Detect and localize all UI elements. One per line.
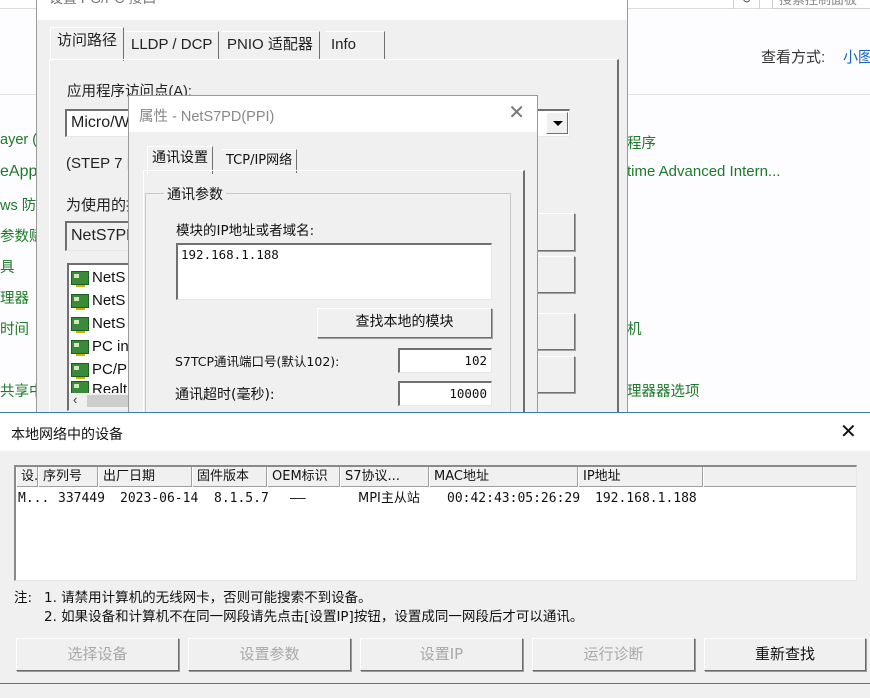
devices-table[interactable]: 设. 序列号 出厂日期 固件版本 OEM标识 S7协议... MAC地址 IP地… bbox=[14, 465, 857, 581]
list-item[interactable]: PC/P bbox=[71, 358, 127, 381]
select-button[interactable] bbox=[537, 356, 575, 393]
run-diagnostics-button[interactable]: 运行诊断 bbox=[532, 638, 695, 671]
properties-button[interactable] bbox=[537, 213, 575, 251]
refresh-icon[interactable]: ↻ bbox=[733, 0, 760, 9]
close-icon[interactable]: ✕ bbox=[840, 419, 857, 444]
timeout-input[interactable]: 10000 bbox=[398, 381, 492, 406]
list-item-label: NetS bbox=[92, 315, 126, 332]
cp-link[interactable]: 机 bbox=[627, 318, 642, 339]
search-input[interactable]: 搜索控制面板 bbox=[772, 0, 870, 9]
column-header bbox=[703, 467, 856, 487]
port-label: S7TCP通讯端口号(默认102): bbox=[175, 354, 340, 369]
cell-serial: 337449 bbox=[58, 491, 105, 506]
view-by-dropdown[interactable]: 小图 bbox=[843, 46, 870, 67]
title-bar[interactable]: 设置 PG/PC 接口 ✕ bbox=[37, 0, 627, 20]
cell-ip: 192.168.1.188 bbox=[595, 491, 697, 506]
column-header[interactable]: OEM标识 bbox=[267, 467, 340, 487]
column-header[interactable]: 固件版本 bbox=[192, 467, 267, 487]
cell-oem: —— bbox=[290, 491, 306, 506]
list-item-label: PC in bbox=[92, 338, 129, 355]
column-header[interactable]: 设. bbox=[16, 467, 38, 487]
select-device-button[interactable]: 选择设备 bbox=[16, 638, 179, 671]
cell-protocol: MPI主从站 bbox=[358, 491, 420, 506]
cp-link[interactable]: 具 bbox=[0, 256, 15, 277]
window-border bbox=[0, 683, 870, 684]
cp-link[interactable]: eApp bbox=[0, 163, 37, 181]
cell-firmware: 8.1.5.7 bbox=[214, 491, 269, 506]
tab-info[interactable]: Info bbox=[325, 31, 385, 59]
close-icon[interactable]: ✕ bbox=[508, 100, 525, 125]
cp-link[interactable]: 理器器选项 bbox=[627, 380, 700, 401]
copy-button[interactable] bbox=[537, 256, 575, 293]
list-item-label: NetS bbox=[92, 269, 126, 286]
tab-pnio-adapter[interactable]: PNIO 适配器 bbox=[221, 31, 320, 59]
note-prefix: 注: bbox=[14, 590, 33, 606]
set-ip-button[interactable]: 设置IP bbox=[360, 638, 523, 671]
title-bar[interactable]: 本地网络中的设备 ✕ bbox=[0, 413, 870, 451]
list-item-label: PC/P bbox=[92, 361, 128, 378]
list-item[interactable]: Realt bbox=[71, 381, 127, 393]
note-line-1: 1. 请禁用计算机的无线网卡，否则可能搜索不到设备。 bbox=[44, 590, 372, 606]
tab-lldp-dcp[interactable]: LLDP / DCP bbox=[125, 31, 220, 59]
timeout-value: 10000 bbox=[449, 386, 487, 401]
tab-access-path[interactable]: 访问路径 bbox=[50, 27, 125, 61]
note-line-2: 2. 如果设备和计算机不在同一网段请先点击[设置IP]按钮，设置成同一网段后才可… bbox=[44, 609, 584, 625]
access-point-value: Micro/W bbox=[71, 114, 130, 131]
list-item[interactable]: NetS bbox=[71, 289, 125, 312]
view-by-label: 查看方式: bbox=[761, 49, 826, 66]
dialog-title: 设置 PG/PC 接口 bbox=[49, 0, 156, 8]
ip-value: 192.168.1.188 bbox=[181, 247, 279, 262]
network-card-icon bbox=[71, 316, 89, 333]
cp-link[interactable]: 程序 bbox=[627, 132, 656, 153]
table-header: 设. 序列号 出厂日期 固件版本 OEM标识 S7协议... MAC地址 IP地… bbox=[16, 467, 856, 487]
cell-mac: 00:42:43:05:26:29 bbox=[447, 491, 581, 506]
list-item-label: NetS bbox=[92, 292, 126, 309]
network-card-icon bbox=[71, 339, 89, 356]
network-card-icon bbox=[71, 362, 89, 379]
network-card-icon bbox=[71, 293, 89, 310]
scroll-left-icon[interactable]: ‹ bbox=[73, 392, 77, 407]
network-card-icon bbox=[71, 270, 89, 287]
title-bar[interactable]: 属性 - NetS7PD(PPI) ✕ bbox=[129, 96, 537, 132]
ip-label: 模块的IP地址或者域名: bbox=[176, 223, 315, 239]
group-title: 通讯参数 bbox=[164, 184, 226, 204]
cell-device: M... bbox=[18, 491, 50, 506]
list-item-label: Realt bbox=[92, 381, 128, 393]
delete-button[interactable] bbox=[537, 313, 575, 350]
dialog-title: 本地网络中的设备 bbox=[11, 426, 123, 442]
cp-link[interactable]: 时间 bbox=[0, 318, 29, 339]
local-network-devices-dialog: 本地网络中的设备 ✕ 设. 序列号 出厂日期 固件版本 OEM标识 S7协议..… bbox=[0, 412, 870, 698]
cp-link[interactable]: time Advanced Intern... bbox=[627, 163, 780, 180]
column-header[interactable]: S7协议... bbox=[340, 467, 429, 487]
cell-date: 2023-06-14 bbox=[120, 491, 199, 506]
column-header[interactable]: 出厂日期 bbox=[98, 467, 192, 487]
search-again-button[interactable]: 重新查找 bbox=[704, 638, 866, 671]
cp-link[interactable]: ayer ( bbox=[0, 132, 37, 148]
column-header[interactable]: 序列号 bbox=[38, 467, 98, 487]
port-input[interactable]: 102 bbox=[398, 348, 492, 373]
list-item[interactable]: NetS bbox=[71, 266, 125, 289]
ip-input[interactable]: 192.168.1.188 bbox=[176, 243, 492, 300]
dialog-title: 属性 - NetS7PD(PPI) bbox=[139, 109, 275, 125]
find-local-module-button[interactable]: 查找本地的模块 bbox=[317, 308, 492, 338]
timeout-label: 通讯超时(毫秒): bbox=[175, 387, 275, 403]
list-item[interactable]: NetS bbox=[71, 312, 125, 335]
column-header[interactable]: IP地址 bbox=[578, 467, 703, 487]
column-header[interactable]: MAC地址 bbox=[429, 467, 578, 487]
properties-dialog: 属性 - NetS7PD(PPI) ✕ 通讯设置 TCP/IP网络 通讯参数 模… bbox=[128, 95, 538, 423]
list-item[interactable]: PC in bbox=[71, 335, 129, 358]
close-icon[interactable]: ✕ bbox=[601, 0, 615, 5]
chevron-down-icon[interactable] bbox=[546, 112, 568, 134]
cp-link[interactable]: 理器 bbox=[0, 287, 29, 308]
set-params-button[interactable]: 设置参数 bbox=[188, 638, 351, 671]
port-value: 102 bbox=[464, 353, 487, 368]
